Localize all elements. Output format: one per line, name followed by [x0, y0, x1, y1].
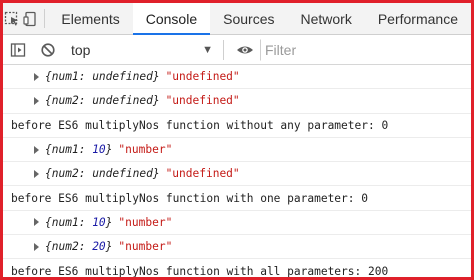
filter-input[interactable] — [260, 38, 465, 61]
tab-sources[interactable]: Sources — [210, 3, 287, 34]
object-value: undefined — [92, 167, 153, 181]
object-preview[interactable]: {num2: undefined} — [45, 167, 160, 180]
object-value: 10 — [92, 143, 106, 157]
object-preview[interactable]: {num2: 20} — [45, 240, 112, 253]
logged-string: "number" — [118, 143, 173, 157]
expand-triangle-icon[interactable] — [34, 72, 39, 81]
devtools-tab-bar: Elements Console Sources Network Perform… — [3, 3, 471, 35]
tab-label: Console — [145, 10, 198, 27]
dropdown-arrow-icon: ▼ — [202, 43, 213, 56]
object-value: 20 — [92, 240, 106, 254]
tab-network[interactable]: Network — [287, 3, 364, 34]
object-key: num1 — [51, 70, 79, 84]
logged-string: "undefined" — [165, 70, 240, 84]
inspect-element-icon[interactable] — [3, 3, 21, 34]
object-key: num2 — [51, 240, 79, 254]
console-object-entry: {num2: 20} "number" — [3, 235, 471, 260]
expand-triangle-icon[interactable] — [34, 242, 39, 251]
object-value: 10 — [92, 215, 106, 229]
object-key: num2 — [51, 167, 79, 181]
console-message-text: before ES6 multiplyNos function with one… — [11, 191, 368, 205]
object-value: undefined — [92, 94, 153, 108]
object-key: num2 — [51, 94, 79, 108]
console-message: before ES6 multiplyNos function without … — [3, 114, 471, 138]
console-object-entry: {num1: 10} "number" — [3, 138, 471, 163]
console-object-entry: {num2: undefined} "undefined" — [3, 162, 471, 187]
expand-triangle-icon[interactable] — [34, 96, 39, 105]
tab-console[interactable]: Console — [132, 3, 211, 35]
logged-string: "undefined" — [165, 167, 240, 181]
toolbar-divider — [223, 39, 224, 60]
console-object-entry: {num1: 10} "number" — [3, 211, 471, 236]
logged-string: "number" — [118, 215, 173, 229]
live-expression-eye-icon[interactable] — [230, 35, 260, 65]
object-preview[interactable]: {num2: undefined} — [45, 94, 160, 107]
console-message-text: before ES6 multiplyNos function without … — [11, 118, 389, 132]
logged-string: "undefined" — [165, 94, 240, 108]
expand-triangle-icon[interactable] — [34, 169, 39, 178]
context-selector-value: top — [71, 41, 91, 58]
expand-triangle-icon[interactable] — [34, 145, 39, 154]
context-selector[interactable]: top ▼ — [67, 39, 217, 61]
tab-label: Performance — [377, 10, 458, 27]
console-object-entry: {num1: undefined} "undefined" — [3, 65, 471, 90]
tab-performance[interactable]: Performance — [365, 3, 471, 34]
object-preview[interactable]: {num1: 10} — [45, 143, 112, 156]
console-object-entry: {num2: undefined} "undefined" — [3, 89, 471, 114]
tab-bar-divider — [43, 9, 45, 28]
tab-label: Network — [300, 10, 352, 27]
object-preview[interactable]: {num1: undefined} — [45, 70, 160, 83]
object-value: undefined — [92, 70, 153, 84]
object-preview[interactable]: {num1: 10} — [45, 216, 112, 229]
object-key: num1 — [51, 143, 79, 157]
logged-string: "number" — [118, 240, 173, 254]
console-message: before ES6 multiplyNos function with one… — [3, 186, 471, 211]
console-message: before ES6 multiplyNos function with all… — [3, 259, 471, 277]
console-message-text: before ES6 multiplyNos function with all… — [11, 264, 389, 277]
device-toolbar-icon[interactable] — [21, 3, 39, 34]
tab-elements[interactable]: Elements — [48, 3, 132, 34]
tab-label: Elements — [61, 10, 120, 27]
devtools-window: Elements Console Sources Network Perform… — [0, 0, 474, 280]
clear-console-icon[interactable] — [33, 35, 63, 65]
object-key: num1 — [51, 215, 79, 229]
tab-label: Sources — [223, 10, 275, 27]
show-sidebar-icon[interactable] — [3, 35, 33, 65]
console-toolbar: top ▼ — [3, 35, 471, 65]
console-log: {num1: undefined} "undefined" {num2: undef… — [3, 65, 471, 277]
expand-triangle-icon[interactable] — [34, 218, 39, 227]
